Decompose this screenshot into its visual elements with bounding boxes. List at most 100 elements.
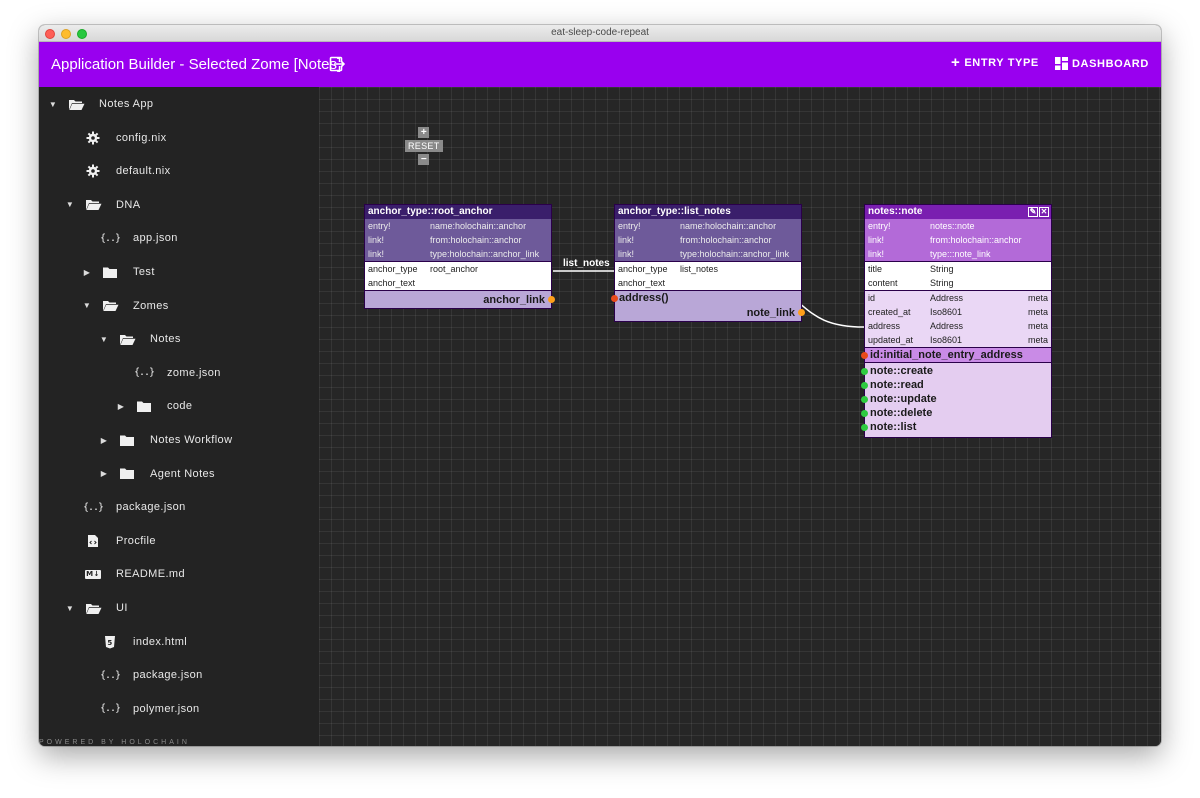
init-label: id:initial_note_entry_address bbox=[870, 349, 1023, 361]
tree-item-label: Notes bbox=[150, 333, 181, 346]
function-item[interactable]: note::delete bbox=[861, 406, 1051, 420]
folder-icon bbox=[135, 399, 153, 413]
tree-item[interactable]: ▼ Notes bbox=[98, 329, 181, 349]
add-entry-type-button[interactable]: + ENTRY TYPE bbox=[951, 55, 1039, 70]
dashboard-button[interactable]: DASHBOARD bbox=[1055, 57, 1149, 70]
tree-item-label: Test bbox=[133, 266, 155, 278]
node-list-notes[interactable]: anchor_type::list_notes entry! name:holoc… bbox=[611, 204, 805, 322]
meta-field-row: created_at Iso8601 meta bbox=[865, 305, 1051, 319]
meta-row: link! from:holochain::anchor bbox=[615, 233, 801, 247]
tree-item[interactable]: ▶ Notes Workflow bbox=[98, 430, 232, 450]
meta-field-row: updated_at Iso8601 meta bbox=[865, 333, 1051, 347]
tree-item[interactable]: ▶config.nix bbox=[64, 128, 166, 148]
input-port[interactable] bbox=[861, 352, 868, 359]
function-port[interactable] bbox=[861, 396, 868, 403]
function-port[interactable] bbox=[861, 368, 868, 375]
output-port[interactable] bbox=[548, 296, 555, 303]
chevron-right-icon[interactable]: ▶ bbox=[81, 268, 93, 277]
window-title: eat-sleep-code-repeat bbox=[551, 27, 649, 38]
meta-row: entry! name:holochain::anchor bbox=[615, 219, 801, 233]
node-title[interactable]: anchor_type::root_anchor bbox=[365, 205, 551, 219]
tree-item[interactable]: ▶M↓README.md bbox=[64, 564, 185, 584]
folder-open-icon bbox=[84, 198, 102, 212]
tree-item[interactable]: ▶ Test bbox=[81, 262, 155, 282]
function-item[interactable]: note::list bbox=[861, 420, 1051, 434]
entity-canvas[interactable]: list_notes + RESET − anchor_type::root_a… bbox=[319, 87, 1161, 746]
tree-item[interactable]: ▶default.nix bbox=[64, 161, 171, 181]
output-port[interactable] bbox=[798, 309, 805, 316]
input-port[interactable] bbox=[611, 295, 618, 302]
edit-icon[interactable]: ✎ bbox=[1028, 207, 1038, 217]
close-icon[interactable]: ✕ bbox=[1039, 207, 1049, 217]
node-title[interactable]: notes::note ✎ ✕ bbox=[865, 205, 1051, 219]
chevron-right-icon[interactable]: ▶ bbox=[98, 469, 110, 478]
tree-item[interactable]: ▶{..}app.json bbox=[81, 228, 178, 248]
tree-item[interactable]: ▶Procfile bbox=[64, 531, 156, 551]
tree-item-label: index.html bbox=[133, 635, 188, 648]
field-row: content String bbox=[868, 278, 954, 288]
tree-item[interactable]: ▶5index.html bbox=[81, 632, 187, 652]
dashboard-icon bbox=[1055, 57, 1068, 70]
gear-icon bbox=[84, 164, 102, 178]
node-notes-note[interactable]: notes::note ✎ ✕ entry! notes::note link! f… bbox=[861, 204, 1052, 438]
function-item[interactable]: note::update bbox=[861, 392, 1051, 406]
zoom-in-button[interactable]: + bbox=[418, 127, 430, 138]
field-row: anchor_type root_anchor bbox=[368, 264, 479, 274]
tree-item[interactable]: ▼ Zomes bbox=[81, 296, 169, 316]
folder-open-icon bbox=[67, 97, 85, 111]
tree-item-label: Zomes bbox=[133, 299, 169, 312]
link-label: anchor_link bbox=[483, 293, 545, 306]
tree-item-label: package.json bbox=[133, 669, 203, 682]
chevron-down-icon[interactable]: ▼ bbox=[98, 335, 110, 344]
tree-item[interactable]: ▼ UI bbox=[64, 598, 128, 618]
code-file-icon bbox=[84, 534, 102, 548]
function-port[interactable] bbox=[861, 382, 868, 389]
tree-item[interactable]: ▶ code bbox=[115, 396, 192, 416]
chevron-down-icon[interactable]: ▼ bbox=[64, 604, 76, 613]
page-title: Application Builder - Selected Zome [Not… bbox=[51, 56, 342, 73]
tree-item[interactable]: ▶ Agent Notes bbox=[98, 464, 215, 484]
tree-item-label: config.nix bbox=[116, 131, 167, 144]
dashboard-label: DASHBOARD bbox=[1072, 57, 1149, 70]
function-item[interactable]: note::read bbox=[861, 378, 1051, 392]
entry-type-label: ENTRY TYPE bbox=[964, 57, 1039, 69]
link-row: anchor_link bbox=[365, 291, 555, 308]
node-title[interactable]: anchor_type::list_notes bbox=[615, 205, 801, 219]
json-braces-icon: {..} bbox=[133, 367, 155, 379]
function-list: note::create note::read note::update not… bbox=[861, 363, 1051, 437]
html5-icon: 5 bbox=[101, 635, 119, 649]
tree-item[interactable]: ▼ DNA bbox=[64, 195, 140, 215]
function-port[interactable] bbox=[861, 410, 868, 417]
tree-item[interactable]: ▶{..}zome.json bbox=[115, 363, 221, 383]
tree-item[interactable]: ▶{..}package.json bbox=[81, 665, 203, 685]
tree-item-label: polymer.json bbox=[133, 702, 200, 715]
tree-item-label: code bbox=[167, 400, 193, 413]
app-bar: Application Builder - Selected Zome [Not… bbox=[39, 42, 1161, 87]
zoom-out-button[interactable]: − bbox=[418, 154, 430, 165]
tree-item-label: package.json bbox=[116, 501, 186, 514]
reset-zoom-button[interactable]: RESET bbox=[405, 140, 443, 152]
chevron-down-icon[interactable]: ▼ bbox=[64, 200, 76, 209]
markdown-icon: M↓ bbox=[85, 569, 101, 579]
function-item[interactable]: note::create bbox=[861, 364, 1051, 378]
exit-icon[interactable] bbox=[329, 56, 345, 72]
tree-item[interactable]: ▶{..}package.json bbox=[64, 497, 186, 517]
chevron-down-icon[interactable]: ▼ bbox=[81, 301, 93, 310]
tree-item[interactable]: ▼ Notes App bbox=[47, 94, 153, 114]
chevron-down-icon[interactable]: ▼ bbox=[47, 100, 59, 109]
folder-icon bbox=[118, 433, 136, 447]
folder-icon bbox=[118, 467, 136, 481]
tree-item-label: UI bbox=[116, 602, 128, 614]
folder-open-icon bbox=[101, 299, 119, 313]
function-port[interactable] bbox=[861, 424, 868, 431]
json-braces-icon: {..} bbox=[82, 501, 104, 513]
node-root-anchor[interactable]: anchor_type::root_anchor entry! name:holo… bbox=[364, 204, 555, 309]
chevron-right-icon[interactable]: ▶ bbox=[115, 402, 127, 411]
link-label: note_link bbox=[746, 307, 795, 319]
chevron-right-icon[interactable]: ▶ bbox=[98, 436, 110, 445]
tree-item[interactable]: ▶{..}polymer.json bbox=[81, 699, 200, 719]
window-titlebar: eat-sleep-code-repeat bbox=[39, 25, 1161, 42]
meta-row: link! type:::note_link bbox=[865, 247, 1051, 261]
tree-item-label: README.md bbox=[116, 568, 185, 581]
tree-item-label: Agent Notes bbox=[150, 467, 215, 480]
